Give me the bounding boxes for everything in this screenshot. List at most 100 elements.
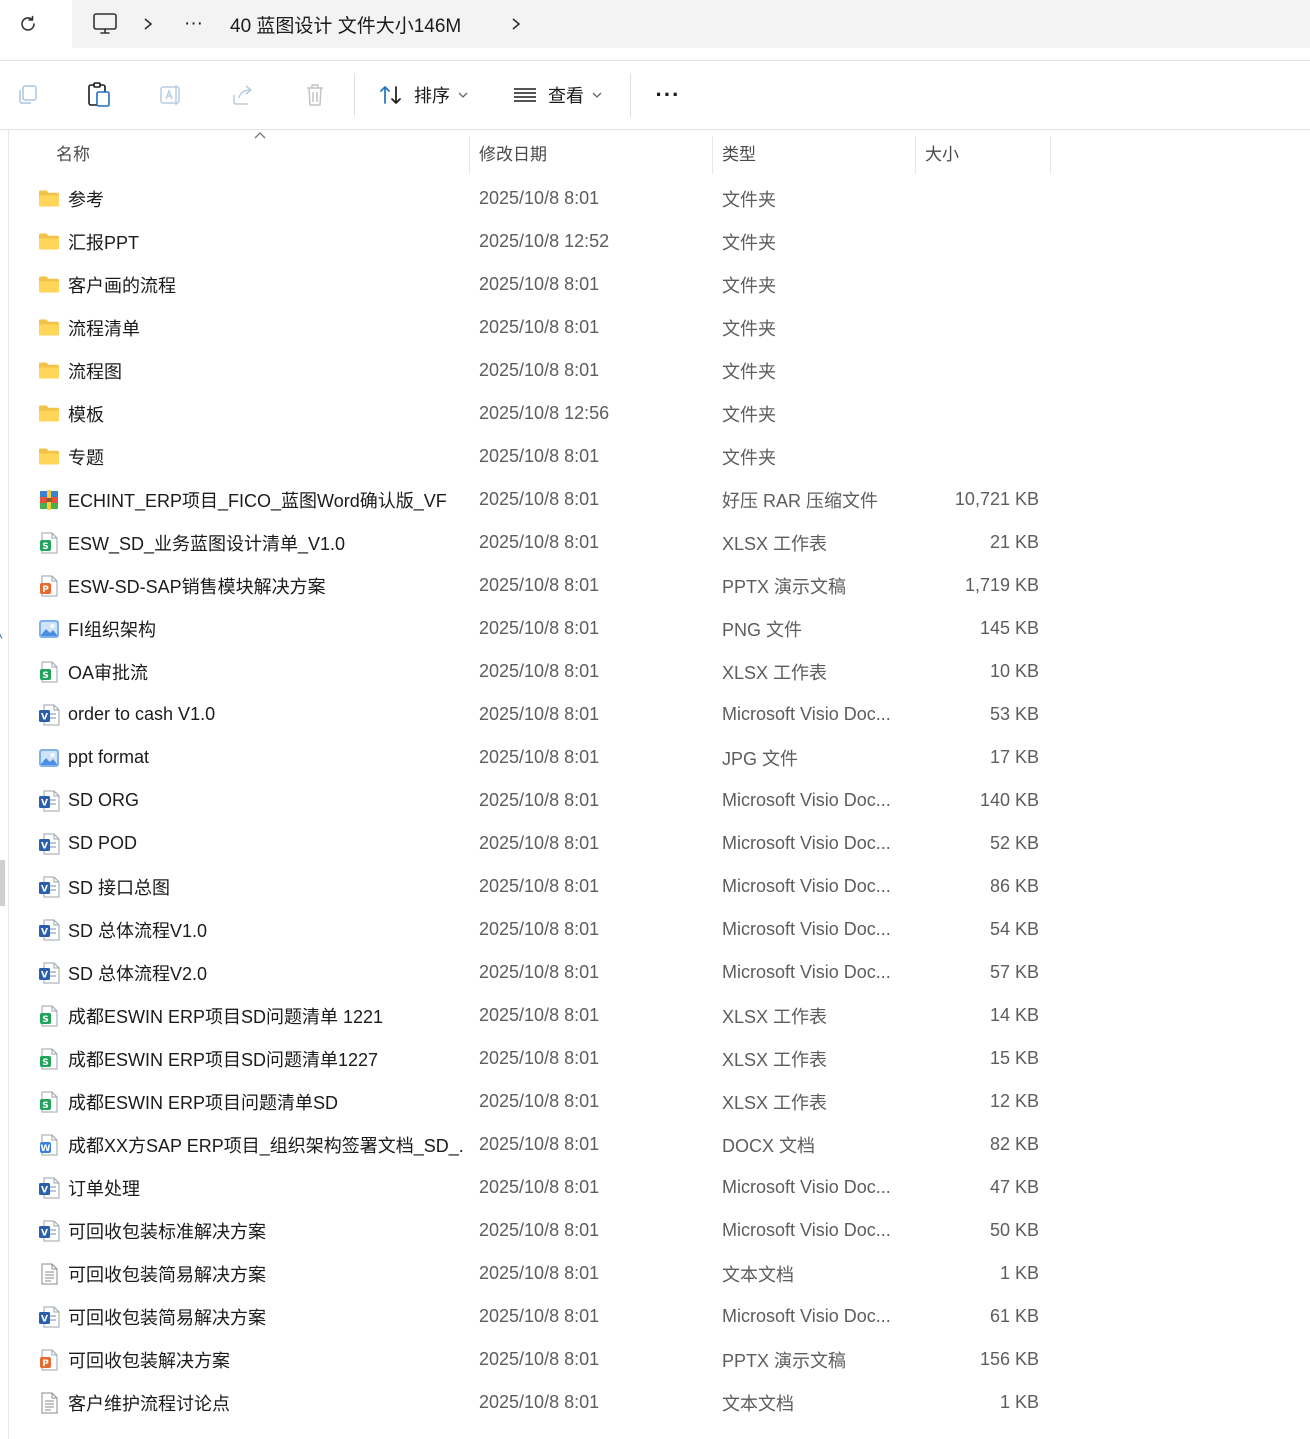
- chevron-right-icon[interactable]: [142, 0, 154, 48]
- refresh-button[interactable]: [14, 10, 42, 38]
- file-row[interactable]: 参考 2025/10/8 8:01 文件夹: [10, 177, 1310, 220]
- file-row[interactable]: V 可回收包装简易解决方案 2025/10/8 8:01 Microsoft Visi…: [10, 1295, 1310, 1338]
- file-size: [915, 392, 1039, 435]
- svg-text:P: P: [42, 585, 49, 595]
- file-row[interactable]: 可回收包装简易解决方案 2025/10/8 8:01 文本文档 1 KB: [10, 1252, 1310, 1295]
- file-name: 客户维护流程讨论点: [68, 1393, 230, 1414]
- file-row[interactable]: V SD ORG 2025/10/8 8:01 Microsoft Visio Doc…: [10, 779, 1310, 822]
- visio-icon: V: [38, 790, 60, 812]
- copy-button[interactable]: [12, 77, 44, 113]
- file-row[interactable]: 流程清单 2025/10/8 8:01 文件夹: [10, 306, 1310, 349]
- folder-icon: [38, 445, 60, 467]
- file-type: 文件夹: [722, 318, 776, 339]
- visio-icon: V: [38, 1177, 60, 1199]
- monitor-icon: [93, 13, 117, 34]
- view-button[interactable]: 查看: [512, 77, 602, 113]
- file-name: ECHINT_ERP项目_FICO_蓝图Word确认版_VF: [68, 490, 447, 511]
- file-row[interactable]: Vorder to cash V1.0 2025/10/8 8:01 Microso…: [10, 693, 1310, 736]
- file-row[interactable]: S 成都ESWIN ERP项目SD问题清单1227 2025/10/8 8:01 XL…: [10, 1037, 1310, 1080]
- file-row[interactable]: V SD 接口总图 2025/10/8 8:01 Microsoft Visio Do…: [10, 865, 1310, 908]
- xlsx-icon: S: [38, 661, 60, 683]
- breadcrumb-overflow-button[interactable]: ···: [184, 0, 203, 48]
- sort-button[interactable]: 排序: [378, 77, 468, 113]
- this-pc-button[interactable]: [92, 0, 118, 48]
- column-header-name[interactable]: 名称: [56, 130, 456, 174]
- file-row[interactable]: V 订单处理 2025/10/8 8:01 Microsoft Visio Doc..…: [10, 1166, 1310, 1209]
- file-row[interactable]: 客户画的流程 2025/10/8 8:01 文件夹: [10, 263, 1310, 306]
- file-row[interactable]: ppt format 2025/10/8 8:01 JPG 文件 17 KB: [10, 736, 1310, 779]
- file-row[interactable]: W 成都XX方SAP ERP项目_组织架构签署文档_SD_... 2025/10/8…: [10, 1123, 1310, 1166]
- file-type: XLSX 工作表: [722, 1049, 828, 1070]
- file-row[interactable]: S 成都ESWIN ERP项目SD问题清单 1221 2025/10/8 8:01 X…: [10, 994, 1310, 1037]
- delete-button[interactable]: [298, 77, 332, 113]
- file-row[interactable]: S ESW_SD_业务蓝图设计清单_V1.0 2025/10/8 8:01 XLSX …: [10, 521, 1310, 564]
- rename-button[interactable]: [154, 77, 188, 113]
- file-row[interactable]: S OA审批流 2025/10/8 8:01 XLSX 工作表 10 KB: [10, 650, 1310, 693]
- breadcrumb-current-folder[interactable]: 40 蓝图设计 文件大小146M: [230, 0, 461, 48]
- file-name: 可回收包装标准解决方案: [68, 1221, 266, 1242]
- file-size: 50 KB: [989, 1220, 1039, 1240]
- file-name: ESW-SD-SAP销售模块解决方案: [68, 576, 326, 597]
- file-row[interactable]: 专题 2025/10/8 8:01 文件夹: [10, 435, 1310, 478]
- column-divider[interactable]: [1050, 136, 1051, 174]
- file-row[interactable]: 模板 2025/10/8 12:56 文件夹: [10, 392, 1310, 435]
- nav-pane-fragment: ·: [0, 725, 1, 741]
- file-name: SD ORG: [68, 790, 140, 810]
- file-name: 成都ESWIN ERP项目问题清单SD: [68, 1092, 339, 1113]
- file-name: 流程图: [68, 361, 122, 382]
- file-type: 文件夹: [722, 447, 776, 468]
- visio-icon: V: [38, 1220, 60, 1242]
- file-row[interactable]: V SD POD 2025/10/8 8:01 Microsoft Visio Doc…: [10, 822, 1310, 865]
- file-modified-date: 2025/10/8 8:01: [479, 962, 600, 982]
- list-view-icon: [514, 88, 536, 102]
- column-divider[interactable]: [712, 136, 713, 174]
- file-modified-date: 2025/10/8 8:01: [479, 704, 600, 724]
- file-row[interactable]: V SD 总体流程V2.0 2025/10/8 8:01 Microsoft Visi…: [10, 951, 1310, 994]
- visio-icon: V: [38, 1306, 60, 1328]
- file-name: 参考: [68, 189, 104, 210]
- file-size: 86 KB: [989, 876, 1039, 896]
- file-row[interactable]: P 可回收包装解决方案 2025/10/8 8:01 PPTX 演示文稿 156 KB: [10, 1338, 1310, 1381]
- file-size: [915, 306, 1039, 349]
- file-size: 145 KB: [979, 618, 1039, 638]
- file-row[interactable]: V 可回收包装标准解决方案 2025/10/8 8:01 Microsoft Visi…: [10, 1209, 1310, 1252]
- column-divider[interactable]: [469, 136, 470, 174]
- file-modified-date: 2025/10/8 8:01: [479, 1220, 600, 1240]
- share-button[interactable]: [226, 77, 260, 113]
- file-row[interactable]: FI组织架构 2025/10/8 8:01 PNG 文件 145 KB: [10, 607, 1310, 650]
- column-divider[interactable]: [915, 136, 916, 174]
- file-row[interactable]: 流程图 2025/10/8 8:01 文件夹: [10, 349, 1310, 392]
- navigation-pane-edge: ^ · ·: [0, 130, 9, 1439]
- chevron-right-icon[interactable]: [510, 0, 522, 48]
- file-modified-date: 2025/10/8 12:56: [479, 403, 610, 423]
- column-header-size[interactable]: 大小: [925, 130, 1045, 174]
- file-size: 10,721 KB: [954, 489, 1039, 509]
- column-header-date[interactable]: 修改日期: [479, 130, 709, 174]
- file-modified-date: 2025/10/8 8:01: [479, 1048, 600, 1068]
- file-type: 文本文档: [722, 1393, 794, 1414]
- breadcrumb[interactable]: ··· 40 蓝图设计 文件大小146M: [72, 0, 1310, 48]
- file-name: SD 接口总图: [68, 877, 171, 898]
- file-row[interactable]: 汇报PPT 2025/10/8 12:52 文件夹: [10, 220, 1310, 263]
- file-row[interactable]: P ESW-SD-SAP销售模块解决方案 2025/10/8 8:01 PPTX 演示…: [10, 564, 1310, 607]
- file-size: 52 KB: [989, 833, 1039, 853]
- toolbar-divider: [354, 73, 355, 117]
- more-options-button[interactable]: ···: [650, 77, 686, 113]
- svg-text:S: S: [42, 671, 48, 681]
- file-type: Microsoft Visio Doc...: [722, 919, 891, 939]
- file-name: 成都XX方SAP ERP项目_组织架构签署文档_SD_...: [68, 1135, 463, 1156]
- file-row[interactable]: V SD 总体流程V1.0 2025/10/8 8:01 Microsoft Visi…: [10, 908, 1310, 951]
- column-header-type[interactable]: 类型: [722, 130, 912, 174]
- paste-button[interactable]: [82, 77, 116, 113]
- file-row[interactable]: ECHINT_ERP项目_FICO_蓝图Word确认版_VF 2025/10/8 …: [10, 478, 1310, 521]
- trash-icon: [307, 84, 323, 106]
- nav-scrollbar-thumb[interactable]: [0, 860, 5, 906]
- file-type: Microsoft Visio Doc...: [722, 1306, 891, 1326]
- file-row[interactable]: 客户维护流程讨论点 2025/10/8 8:01 文本文档 1 KB: [10, 1381, 1310, 1424]
- file-row[interactable]: S 成都ESWIN ERP项目问题清单SD 2025/10/8 8:01 XLSX 工…: [10, 1080, 1310, 1123]
- xlsx-icon: S: [38, 1005, 60, 1027]
- xlsx-icon: S: [38, 1048, 60, 1070]
- file-modified-date: 2025/10/8 8:01: [479, 618, 600, 638]
- file-name: 专题: [68, 447, 104, 468]
- file-modified-date: 2025/10/8 8:01: [479, 661, 600, 681]
